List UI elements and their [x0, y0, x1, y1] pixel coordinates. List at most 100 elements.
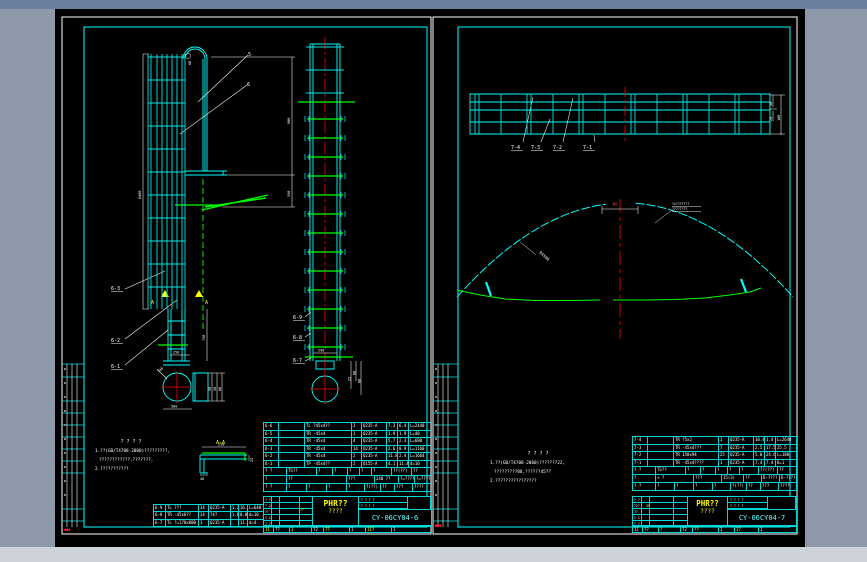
table-cell: Q235-A	[362, 423, 387, 431]
item-label: 6-2	[111, 338, 120, 344]
flange-centerlines	[161, 371, 193, 403]
table-cell: 6-9	[154, 505, 166, 513]
table-cell: 6-5	[264, 430, 279, 438]
dim: 60	[188, 61, 192, 65]
weld-marks	[484, 278, 748, 297]
dim: 100	[777, 115, 781, 121]
table-cell: ?4?	[209, 512, 231, 520]
dim: 24	[769, 117, 773, 121]
notes-line: 2.???????????	[95, 467, 129, 472]
dim: 60	[353, 371, 357, 375]
dome-elevation	[456, 199, 794, 339]
table-cell: 11	[264, 527, 274, 533]
table-cell: TL ?=170x800	[166, 519, 199, 527]
section-marker: A	[151, 300, 154, 306]
table-cell: 1.4	[765, 437, 776, 445]
table-cell: 2.3	[398, 438, 409, 446]
platform-plan	[469, 87, 785, 151]
table-cell: L=1160	[409, 445, 432, 453]
table-cell	[279, 445, 305, 453]
table-cell: 1	[350, 527, 366, 533]
table-cell: 6-2	[264, 453, 279, 461]
dim: 25	[348, 377, 352, 381]
table-cell: TR -45x4	[305, 438, 352, 446]
general-notes: ? ? ? ? 1.??(GB/T4708-2000)???????22, ??…	[490, 450, 610, 486]
table-cell: 1	[719, 527, 735, 533]
table-cell: ?	[327, 484, 347, 492]
table-row: 6-2 TR -45x4 2 Q235-A 11.8 2.4 L=1664	[264, 453, 432, 461]
table-row: 6-7TL ?=170x8001Q235-A 11.4d=4	[154, 519, 264, 527]
dim: 50	[208, 387, 212, 391]
item-label: 6-9	[293, 315, 302, 321]
flange-side-rect	[192, 372, 209, 402]
table-cell: TR -45x4???	[674, 444, 719, 452]
table-cell: ??	[274, 527, 290, 533]
table-cell: Q235-A	[362, 438, 387, 446]
table-row: ? ????? ?(??)?????????	[633, 483, 797, 491]
table-cell: ??	[693, 527, 719, 533]
dim: 60	[218, 387, 222, 391]
revision-cell: ? ?	[634, 498, 640, 502]
dim: 68	[358, 379, 362, 383]
table-cell: Q235-A	[729, 452, 754, 460]
revision-cell: ??	[634, 510, 638, 514]
table-cell: 7-3	[633, 444, 648, 452]
table-cell: 16.3	[239, 505, 248, 513]
table-row: 11?? 3 ?2 7? 1 11? 1	[264, 527, 432, 533]
revision-cell: 1 1	[265, 516, 271, 520]
table-cell: 17.5	[765, 444, 776, 452]
table-cell: 1.8	[231, 512, 239, 520]
table-cell: 1.9	[398, 430, 409, 438]
table-cell: 25.5	[776, 444, 797, 452]
bom-extension-table: 6-9TL ???14Q235-A1.216.3L=6406-8TR -45x6…	[153, 504, 264, 527]
table-cell: 1?	[735, 527, 759, 533]
table-cell: TR -45x4	[305, 445, 352, 453]
table-cell: ?2	[312, 527, 324, 533]
title-block: ? ? ?2? ?? 1 1 ? ? 3% PHR?? ???? ? ? ? ?…	[632, 496, 797, 526]
leader-lines	[124, 54, 312, 380]
table-cell: ???	[761, 483, 779, 491]
radius-label: R4500	[538, 250, 551, 262]
table-cell: 6-3	[264, 445, 279, 453]
dim: 50	[769, 102, 773, 106]
general-notes: ? ? ? ? 1.??(GB/T4708-2000)?????????, ??…	[95, 438, 207, 474]
table-cell: 0.9	[398, 445, 409, 453]
table-cell: 2.4	[398, 453, 409, 461]
item-label: 6-1	[111, 364, 120, 370]
table-cell: ?	[675, 483, 694, 491]
left-texts: 5 6 6-3 6-2 6-1 6-9 6-8 6-7 A A A-A 6480…	[111, 52, 362, 481]
table-cell: TL ???	[166, 505, 199, 513]
table-cell	[279, 423, 305, 431]
table-cell: 6-6	[264, 423, 279, 431]
table-cell: 4	[352, 438, 362, 446]
item-label: 7-4	[511, 145, 520, 151]
table-cell: ?	[694, 483, 713, 491]
window-titlebar	[0, 0, 867, 9]
dim: 750	[202, 335, 206, 341]
project-subtitle: ????	[328, 508, 343, 515]
ground-line	[456, 287, 762, 301]
table-cell: L=640	[248, 505, 264, 513]
table-cell: Q235-A	[729, 437, 754, 445]
table-cell: 1	[719, 437, 729, 445]
table-cell: ?	[659, 527, 681, 533]
table-cell: 14	[199, 512, 209, 520]
drawing-number: CY-06CY04-7	[728, 509, 796, 525]
dim: 290	[318, 349, 324, 353]
bom-header-row: ? ????? ?(??)?????????	[263, 483, 432, 492]
cad-viewport[interactable]: 5 6 6-3 6-2 6-1 6-9 6-8 6-7 A A A-A 6480…	[55, 9, 805, 547]
table-cell: 14	[199, 505, 209, 513]
table-cell	[279, 438, 305, 446]
table-cell	[231, 519, 239, 527]
fold-arrows-icon: ◀◀◀	[434, 523, 441, 529]
project-box: PHR?? ????	[688, 497, 728, 525]
table-cell: L=180	[776, 452, 797, 460]
item-label: 7-2	[553, 145, 562, 151]
table-cell: 6.4	[398, 423, 409, 431]
radius-leader	[519, 241, 537, 256]
dim: 6480	[138, 191, 142, 199]
table-cell: ? ?	[633, 483, 656, 491]
table-row: 6-5 TR -45x4 1 Q235-A 1.9 1.9 L=40	[264, 430, 432, 438]
table-cell: 1	[199, 519, 209, 527]
table-cell: 3	[290, 527, 312, 533]
